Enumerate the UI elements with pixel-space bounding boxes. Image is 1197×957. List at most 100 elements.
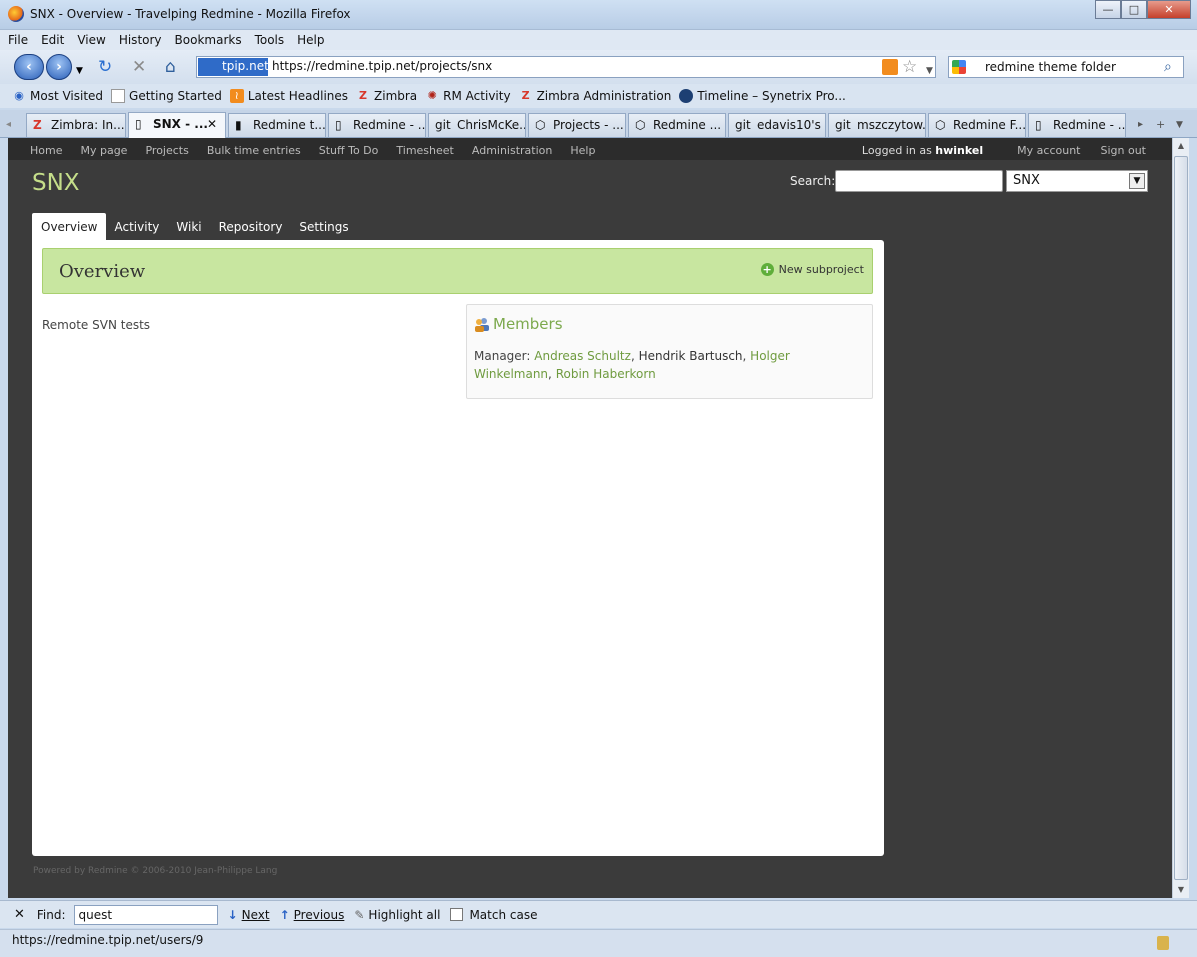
maximize-button[interactable]: □: [1121, 0, 1147, 19]
search-label: Search:: [790, 174, 836, 188]
close-window-button[interactable]: ✕: [1147, 0, 1191, 19]
menu-help[interactable]: Help: [289, 30, 329, 50]
top-menu-administration[interactable]: Administration: [472, 144, 553, 157]
chevron-down-icon[interactable]: ▼: [1129, 173, 1145, 189]
forward-button[interactable]: ›: [46, 54, 72, 80]
tab-zimbra[interactable]: Z Zimbra: In...: [26, 113, 126, 137]
main-content: Overview + New subproject Remote SVN tes…: [32, 240, 884, 856]
menu-history[interactable]: History: [111, 30, 167, 50]
tab-redmine-t[interactable]: ▮ Redmine t...: [228, 113, 326, 137]
tab-redmine-2[interactable]: ⬡ Redmine ...: [628, 113, 726, 137]
bookmark-star-icon[interactable]: ☆: [902, 58, 917, 76]
project-title: SNX: [32, 170, 80, 196]
logged-in-as: Logged in as hwinkel: [861, 144, 984, 157]
top-menu-timesheet[interactable]: Timesheet: [396, 144, 453, 157]
page-icon: [111, 89, 126, 103]
project-tabs: Overview Activity Wiki Repository Settin…: [32, 213, 357, 240]
url-dropdown-icon[interactable]: ▼: [926, 62, 933, 80]
menu-bookmarks[interactable]: Bookmarks: [167, 30, 247, 50]
member-link[interactable]: Robin Haberkorn: [556, 367, 656, 381]
rm-activity-icon: ✺: [427, 89, 437, 102]
new-tab-icon[interactable]: +: [1156, 116, 1165, 134]
find-bar: ✕ Find: quest ↓ Next ↑ Previous ✎ Highlight…: [0, 900, 1197, 928]
synetrix-icon: [679, 89, 694, 103]
lock-icon[interactable]: [1157, 936, 1169, 950]
bookmark-zimbra[interactable]: Z Zimbra: [356, 89, 417, 103]
highlight-all-button[interactable]: ✎ Highlight all: [354, 908, 440, 922]
tab-projects[interactable]: ⬡ Projects - ...: [528, 113, 626, 137]
menu-edit[interactable]: Edit: [33, 30, 69, 50]
tab-settings[interactable]: Settings: [290, 213, 356, 240]
git-icon: git: [835, 118, 851, 132]
bookmark-latest-headlines[interactable]: ≀ Latest Headlines: [229, 89, 348, 103]
redmine-top-menu: Home My page Projects Bulk time entries …: [8, 138, 1172, 160]
scrollbar-thumb[interactable]: [1174, 156, 1188, 880]
reload-icon[interactable]: ↻: [98, 58, 112, 76]
google-engine-icon[interactable]: [952, 60, 966, 74]
top-menu-help[interactable]: Help: [570, 144, 595, 157]
tab-mszczytow[interactable]: git mszczytow...: [828, 113, 926, 137]
find-next-button[interactable]: ↓ Next: [228, 908, 270, 922]
search-input[interactable]: [835, 170, 1003, 192]
stop-icon[interactable]: ✕: [132, 58, 146, 76]
bookmark-timeline[interactable]: Timeline – Synetrix Pro...: [679, 89, 846, 103]
project-jump-select[interactable]: SNX ▼: [1006, 170, 1148, 192]
tab-snx[interactable]: ▯ SNX - ... ✕: [128, 112, 226, 138]
new-subproject-link[interactable]: + New subproject: [760, 263, 864, 276]
sign-out-link[interactable]: Sign out: [1100, 144, 1146, 157]
overview-header: Overview + New subproject: [42, 248, 873, 294]
tab-redmine-3[interactable]: ▯ Redmine - ...: [1028, 113, 1126, 137]
top-menu-stuff-to-do[interactable]: Stuff To Do: [319, 144, 379, 157]
rss-icon[interactable]: [882, 59, 898, 75]
find-input[interactable]: quest: [73, 904, 218, 925]
menu-tools[interactable]: Tools: [247, 30, 290, 50]
tab-strip: ◂ Z Zimbra: In... ▯ SNX - ... ✕ ▮ Redmine t.…: [0, 110, 1197, 138]
close-findbar-icon[interactable]: ✕: [14, 907, 25, 922]
bookmark-most-visited[interactable]: ◉ Most Visited: [12, 89, 103, 103]
bookmark-getting-started[interactable]: Getting Started: [111, 89, 222, 103]
top-menu-my-page[interactable]: My page: [80, 144, 127, 157]
role-label: Manager:: [474, 349, 531, 363]
scroll-up-icon[interactable]: ▲: [1173, 138, 1189, 154]
menu-file[interactable]: File: [0, 30, 33, 50]
history-dropdown-icon[interactable]: ▼: [76, 62, 83, 80]
page-icon: ▯: [335, 118, 342, 132]
cube-icon: ⬡: [635, 118, 646, 132]
tab-activity[interactable]: Activity: [106, 213, 168, 240]
tab-edavis10[interactable]: gitedavis10's ...: [728, 113, 826, 137]
firefox-icon: [8, 6, 24, 22]
search-go-icon[interactable]: ⌕: [1164, 58, 1172, 76]
back-button[interactable]: ‹: [14, 54, 44, 80]
scroll-down-icon[interactable]: ▼: [1173, 882, 1189, 898]
top-menu-home[interactable]: Home: [30, 144, 62, 157]
vertical-scrollbar[interactable]: ▲ ▼: [1172, 138, 1189, 898]
logged-in-user[interactable]: hwinkel: [935, 144, 983, 157]
tab-scroll-right-icon[interactable]: ▸: [1138, 116, 1143, 134]
window-titlebar: SNX - Overview - Travelping Redmine - Mo…: [0, 0, 1197, 30]
tab-repository[interactable]: Repository: [210, 213, 291, 240]
find-previous-button[interactable]: ↑ Previous: [280, 908, 345, 922]
match-case-checkbox[interactable]: Match case: [450, 908, 537, 922]
top-menu-projects[interactable]: Projects: [145, 144, 188, 157]
tab-chrismcke[interactable]: git ChrisMcKe...: [428, 113, 526, 137]
url-text[interactable]: https://redmine.tpip.net/projects/snx: [272, 59, 492, 73]
tab-redmine-f[interactable]: ⬡ Redmine F...: [928, 113, 1026, 137]
tab-redmine-1[interactable]: ▯ Redmine - ...: [328, 113, 426, 137]
search-bar-text[interactable]: redmine theme folder: [985, 60, 1116, 74]
top-menu-bulk-time-entries[interactable]: Bulk time entries: [207, 144, 301, 157]
members-box: Members Manager: Andreas Schultz, Hendri…: [466, 304, 873, 399]
tab-scroll-left-icon[interactable]: ◂: [6, 116, 11, 134]
tab-overview[interactable]: Overview: [32, 213, 106, 240]
tab-wiki[interactable]: Wiki: [167, 213, 209, 240]
minimize-button[interactable]: —: [1095, 0, 1121, 19]
close-tab-icon[interactable]: ✕: [207, 117, 217, 131]
list-tabs-icon[interactable]: ▼: [1176, 116, 1183, 134]
menu-view[interactable]: View: [69, 30, 110, 50]
home-icon[interactable]: ⌂: [165, 58, 176, 76]
site-identity-button[interactable]: tpip.net: [198, 58, 269, 76]
member-link[interactable]: Andreas Schultz: [534, 349, 631, 363]
bookmark-zimbra-admin[interactable]: Z Zimbra Administration: [519, 89, 672, 103]
my-account-link[interactable]: My account: [1017, 144, 1080, 157]
window-title: SNX - Overview - Travelping Redmine - Mo…: [30, 7, 351, 21]
bookmark-rm-activity[interactable]: ✺ RM Activity: [425, 89, 511, 103]
